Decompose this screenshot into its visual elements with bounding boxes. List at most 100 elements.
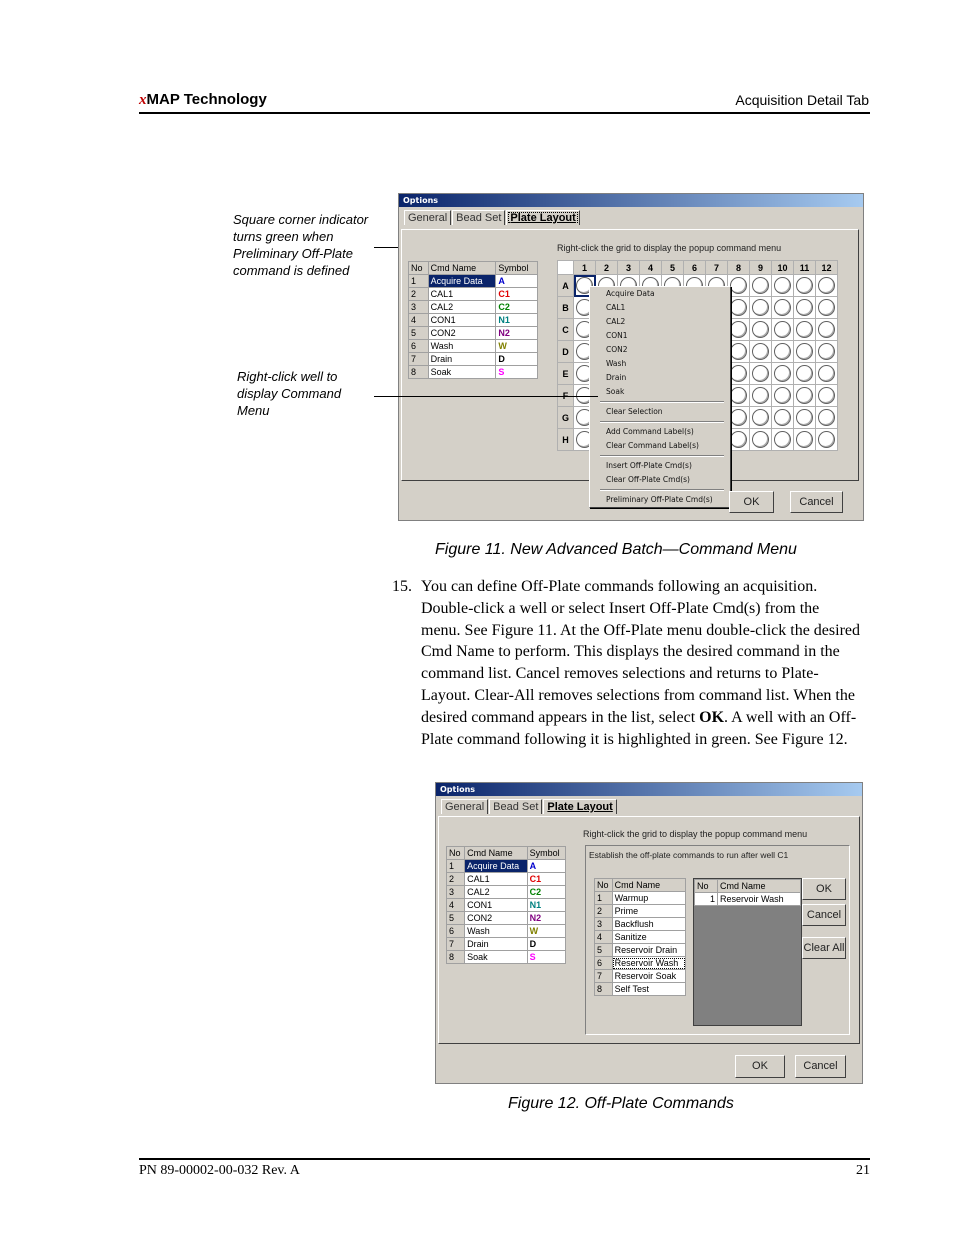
context-menu-item[interactable]: Clear Off-Plate Cmd(s): [590, 473, 730, 487]
well[interactable]: [818, 365, 835, 382]
column-header[interactable]: 11: [793, 260, 816, 275]
well-cell[interactable]: [815, 296, 838, 319]
well[interactable]: [730, 277, 747, 294]
well[interactable]: [796, 431, 813, 448]
well-cell[interactable]: [793, 274, 816, 297]
column-header[interactable]: 4: [639, 260, 662, 275]
well-cell[interactable]: [749, 428, 772, 451]
context-menu-item[interactable]: Preliminary Off-Plate Cmd(s): [590, 493, 730, 507]
row-header[interactable]: A: [557, 274, 574, 297]
well[interactable]: [818, 343, 835, 360]
well[interactable]: [818, 321, 835, 338]
available-command-row[interactable]: 7 Reservoir Soak: [594, 969, 687, 983]
well[interactable]: [796, 387, 813, 404]
well-cell[interactable]: [815, 274, 838, 297]
well[interactable]: [774, 409, 791, 426]
well[interactable]: [796, 299, 813, 316]
corner-indicator[interactable]: [557, 260, 574, 275]
chosen-command-row[interactable]: 1 Reservoir Wash: [694, 892, 801, 906]
well[interactable]: [752, 409, 769, 426]
tab-plate-layout[interactable]: Plate Layout: [506, 210, 580, 225]
command-row[interactable]: 6 Wash W: [408, 339, 538, 353]
well-cell[interactable]: [793, 384, 816, 407]
well[interactable]: [796, 277, 813, 294]
clear-all-button[interactable]: Clear All: [802, 937, 846, 959]
well[interactable]: [796, 409, 813, 426]
well-cell[interactable]: [815, 406, 838, 429]
well-cell[interactable]: [771, 318, 794, 341]
tab-plate-layout[interactable]: Plate Layout: [543, 799, 617, 814]
column-header[interactable]: 7: [705, 260, 728, 275]
well-cell[interactable]: [793, 428, 816, 451]
well[interactable]: [774, 299, 791, 316]
well[interactable]: [730, 387, 747, 404]
well[interactable]: [774, 343, 791, 360]
command-row[interactable]: 7 Drain D: [408, 352, 538, 366]
offplate-cancel-button[interactable]: Cancel: [802, 904, 846, 926]
well[interactable]: [818, 299, 835, 316]
well-cell[interactable]: [815, 318, 838, 341]
well-cell[interactable]: [793, 296, 816, 319]
context-menu-item[interactable]: CON1: [590, 329, 730, 343]
well[interactable]: [818, 277, 835, 294]
available-command-row[interactable]: 2 Prime: [594, 904, 687, 918]
command-row[interactable]: 4 CON1 N1: [445, 898, 567, 912]
well[interactable]: [752, 365, 769, 382]
column-header[interactable]: 9: [749, 260, 772, 275]
row-header[interactable]: H: [557, 428, 574, 451]
row-header[interactable]: E: [557, 362, 574, 385]
well[interactable]: [818, 409, 835, 426]
available-commands-list[interactable]: No Cmd Name 1 Warmup 2 Prime 3 Backflush 4 Sani…: [594, 878, 687, 996]
ok-button[interactable]: OK: [729, 491, 774, 513]
row-header[interactable]: G: [557, 406, 574, 429]
command-row[interactable]: 7 Drain D: [445, 937, 567, 951]
well-cell[interactable]: [749, 296, 772, 319]
context-menu-item[interactable]: Clear Selection: [590, 405, 730, 419]
context-menu-item[interactable]: Clear Command Label(s): [590, 439, 730, 453]
context-menu-item[interactable]: CAL1: [590, 301, 730, 315]
well[interactable]: [752, 387, 769, 404]
cancel-button[interactable]: Cancel: [795, 1055, 846, 1078]
well-cell[interactable]: [771, 274, 794, 297]
command-row[interactable]: 1 Acquire Data A: [445, 859, 567, 873]
well-cell[interactable]: [749, 318, 772, 341]
well[interactable]: [796, 343, 813, 360]
row-header[interactable]: D: [557, 340, 574, 363]
well[interactable]: [752, 299, 769, 316]
well-cell[interactable]: [771, 406, 794, 429]
well[interactable]: [752, 431, 769, 448]
well[interactable]: [730, 299, 747, 316]
command-row[interactable]: 8 Soak S: [408, 365, 538, 379]
command-row[interactable]: 6 Wash W: [445, 924, 567, 938]
column-header[interactable]: 10: [771, 260, 794, 275]
column-header[interactable]: 2: [595, 260, 618, 275]
command-row[interactable]: 4 CON1 N1: [408, 313, 538, 327]
context-menu-item[interactable]: Drain: [590, 371, 730, 385]
well[interactable]: [752, 343, 769, 360]
well[interactable]: [730, 431, 747, 448]
tab-general[interactable]: General: [441, 799, 489, 814]
tab-bead-set[interactable]: Bead Set: [452, 210, 506, 225]
well[interactable]: [730, 343, 747, 360]
available-command-row[interactable]: 8 Self Test: [594, 982, 687, 996]
well-cell[interactable]: [815, 362, 838, 385]
well-cell[interactable]: [749, 340, 772, 363]
well[interactable]: [752, 321, 769, 338]
well[interactable]: [774, 277, 791, 294]
well-cell[interactable]: [749, 406, 772, 429]
well[interactable]: [818, 431, 835, 448]
well[interactable]: [774, 321, 791, 338]
context-menu-item[interactable]: Add Command Label(s): [590, 425, 730, 439]
available-command-row[interactable]: 5 Reservoir Drain: [594, 943, 687, 957]
well[interactable]: [774, 431, 791, 448]
tab-general[interactable]: General: [404, 210, 452, 225]
well-cell[interactable]: [771, 428, 794, 451]
well[interactable]: [730, 409, 747, 426]
well-cell[interactable]: [749, 362, 772, 385]
column-header[interactable]: 3: [617, 260, 640, 275]
well[interactable]: [730, 321, 747, 338]
well-cell[interactable]: [771, 362, 794, 385]
well[interactable]: [796, 321, 813, 338]
well-cell[interactable]: [793, 362, 816, 385]
command-row[interactable]: 3 CAL2 C2: [408, 300, 538, 314]
